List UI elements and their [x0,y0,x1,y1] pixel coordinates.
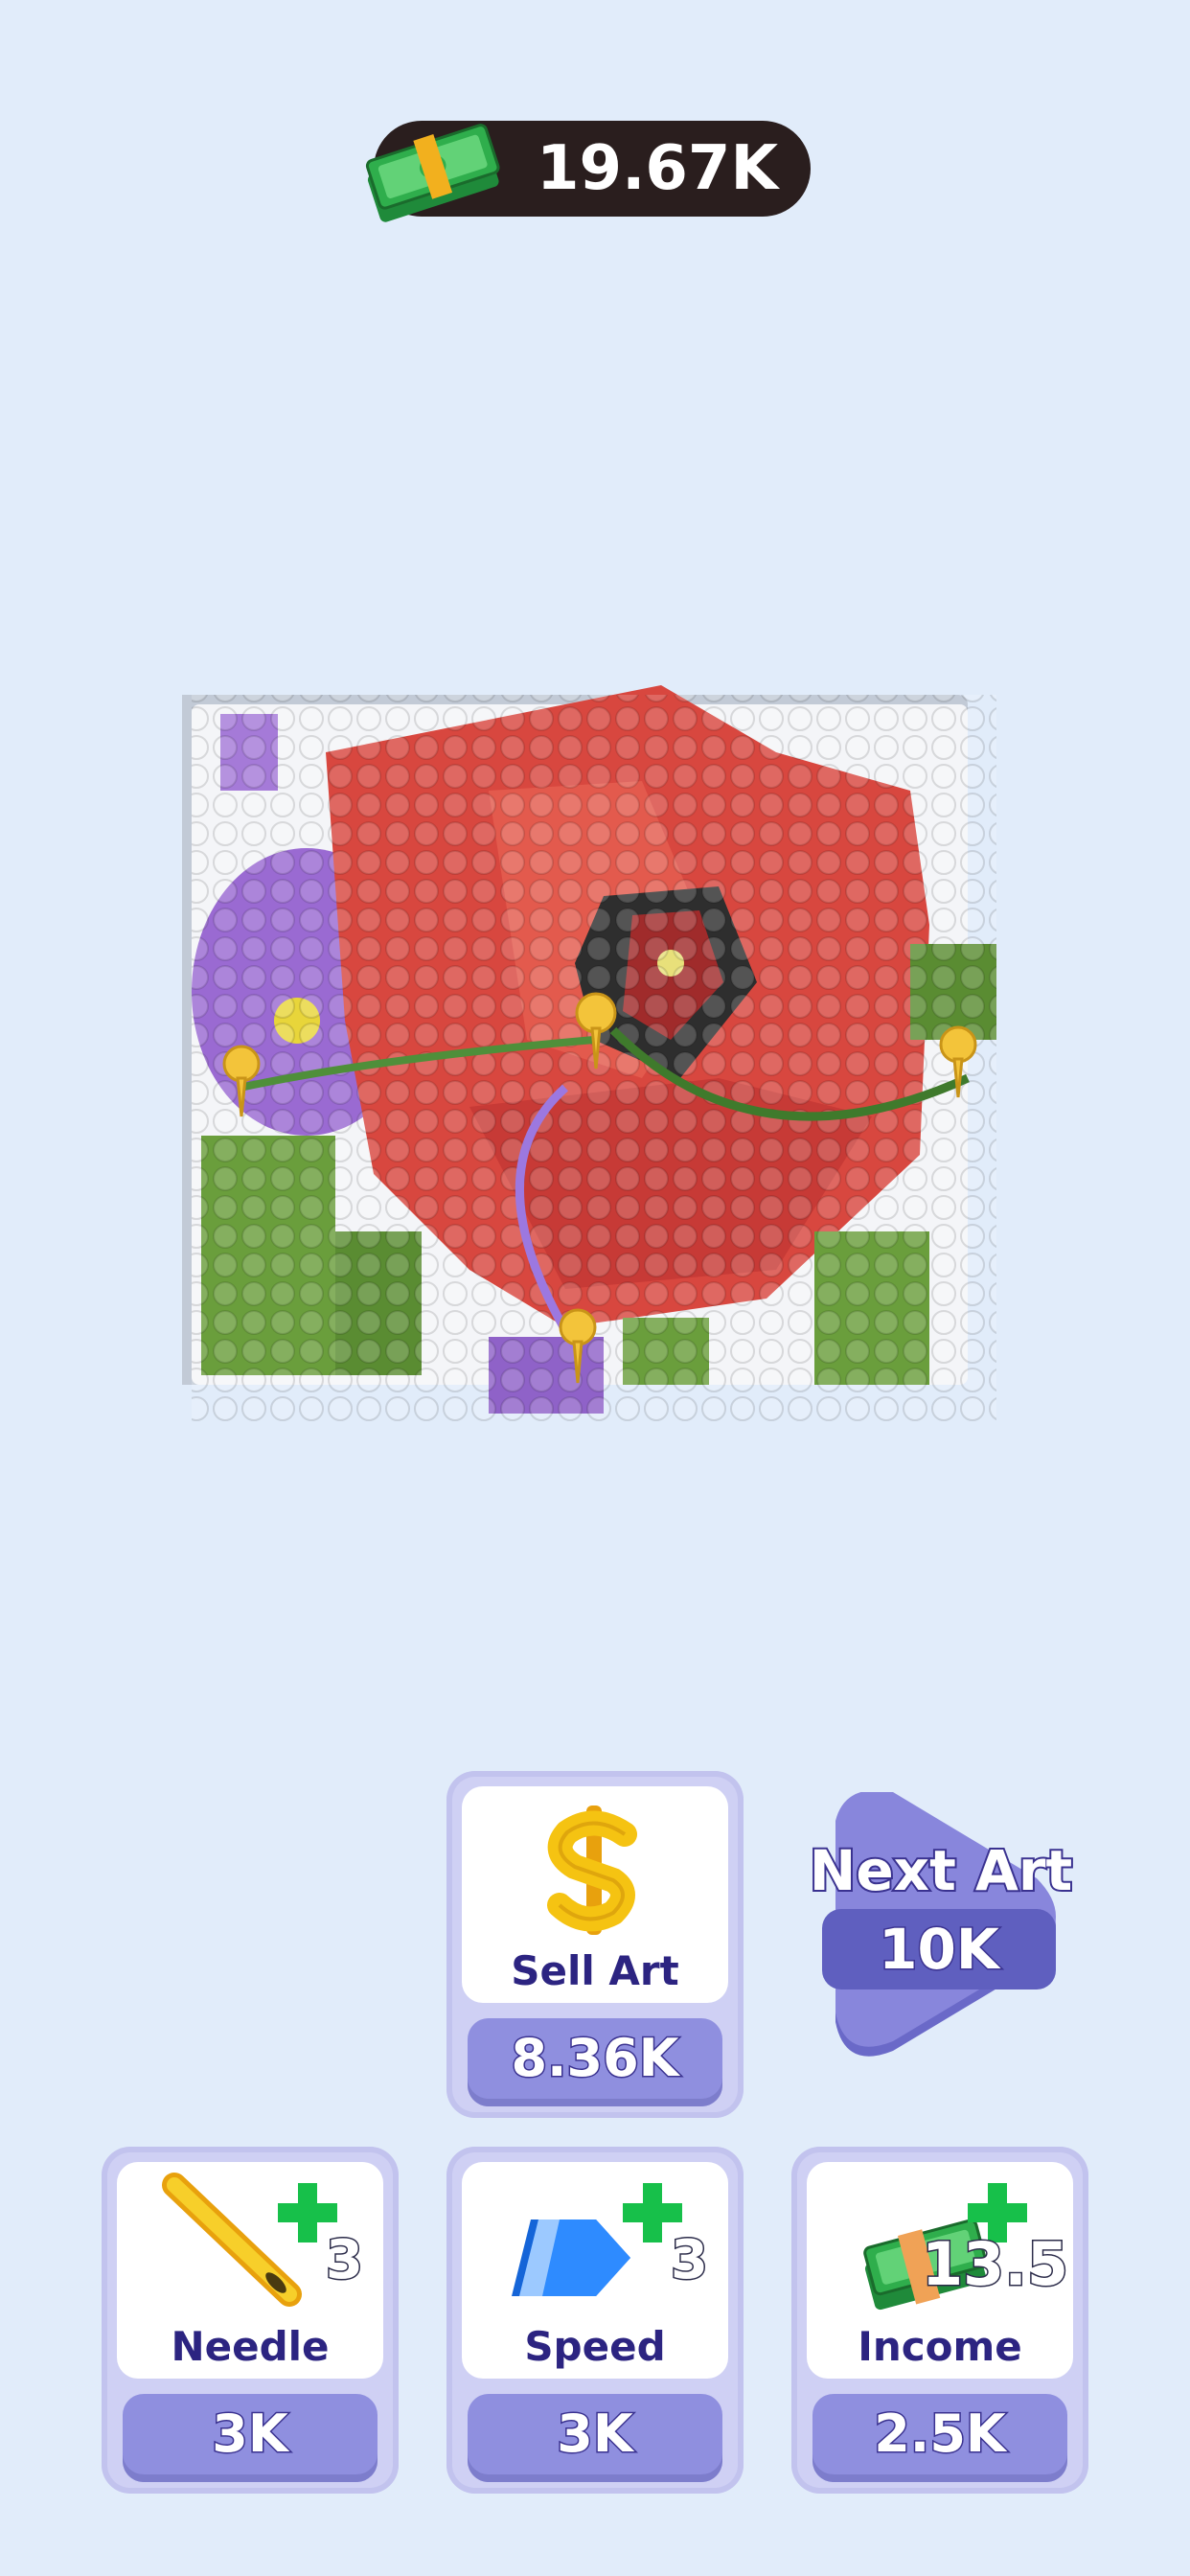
needle-upgrade-card[interactable]: 3 Needle 3K [102,2147,399,2494]
income-panel: 13.5 Income [807,2162,1073,2379]
needle-price-bar: 3K [123,2394,378,2482]
sell-art-label: Sell Art [511,1947,679,1994]
sell-art-price: 8.36K [510,2027,680,2090]
sell-art-price-bar: 8.36K [468,2018,722,2106]
needle-price: 3K [211,2403,289,2466]
income-price-bar: 2.5K [812,2394,1067,2482]
speed-arrow-icon [512,2220,630,2296]
next-art-price: 10K [878,1916,1001,1984]
income-price: 2.5K [873,2403,1008,2466]
speed-label: Speed [524,2323,666,2370]
currency-amount: 19.67K [537,133,779,204]
dollar-sign-icon [547,1806,637,1935]
income-upgrade-card[interactable]: 13.5 Income 2.5K [791,2147,1088,2494]
speed-upgrade-card[interactable]: 3 Speed 3K [446,2147,744,2494]
needle-panel: 3 Needle [117,2162,383,2379]
embroidery-artwork [182,685,996,1423]
next-art-label: Next Art [808,1836,1074,1905]
speed-level: 3 [670,2228,710,2293]
income-level: 13.5 [921,2228,1070,2301]
needle-level: 3 [325,2228,365,2293]
needle-label: Needle [171,2323,330,2370]
speed-price: 3K [556,2403,634,2466]
speed-panel: 3 Speed [462,2162,728,2379]
income-label: Income [858,2323,1022,2370]
speed-price-bar: 3K [468,2394,722,2482]
sell-art-panel: Sell Art [462,1786,728,2003]
cash-stack-icon [365,124,500,222]
sell-art-card[interactable]: Sell Art 8.36K [446,1771,744,2118]
